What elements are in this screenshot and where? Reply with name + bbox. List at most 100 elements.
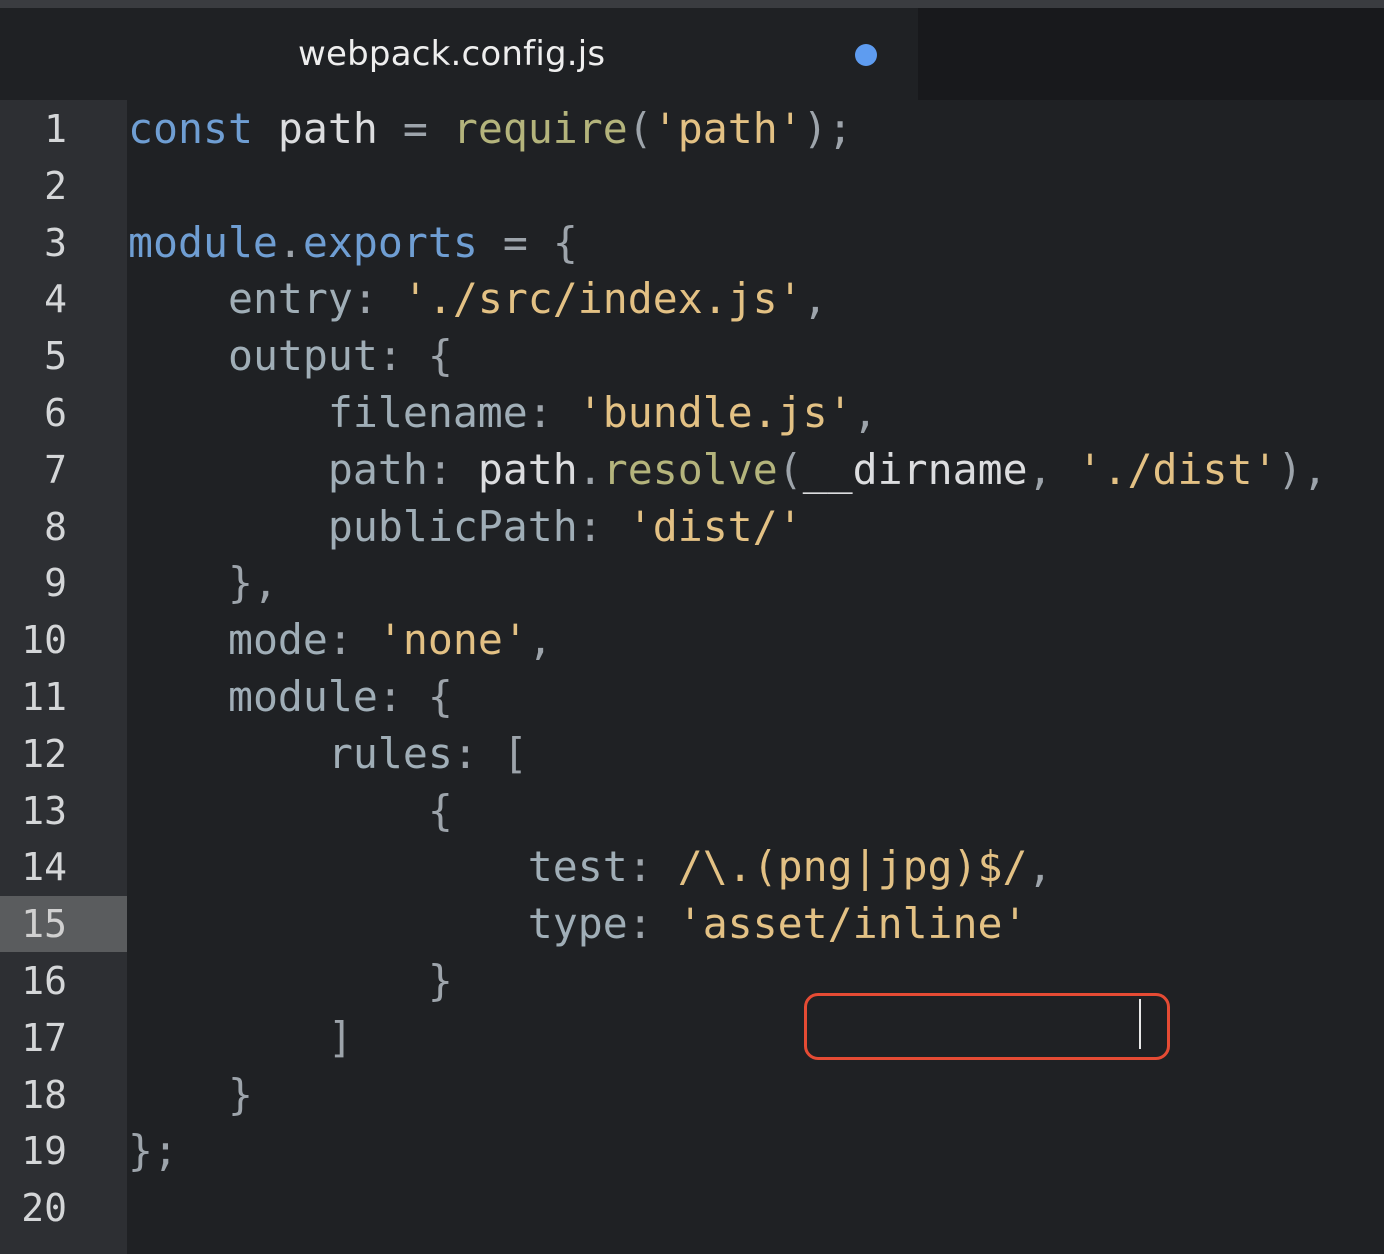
code-token: resolve (602, 444, 778, 494)
line-number-8[interactable]: 8 (0, 499, 127, 555)
code-line-10[interactable]: mode: 'none', (128, 612, 1384, 668)
line-number-6[interactable]: 6 (0, 385, 127, 441)
code-token: , (1027, 444, 1078, 494)
line-number-label: 9 (44, 561, 67, 606)
code-token: : (427, 444, 478, 494)
line-number-label: 19 (21, 1129, 67, 1174)
code-token: . (277, 217, 303, 267)
line-number-11[interactable]: 11 (0, 669, 127, 725)
line-number-13[interactable]: 13 (0, 783, 127, 839)
line-number-label: 1 (44, 107, 67, 151)
line-number-1[interactable]: 1 (0, 101, 127, 157)
tab-bar: webpack.config.js (0, 8, 1384, 100)
line-number-gutter[interactable]: 1 2 3 4 5 6 7 8 9 10 11 12 13 14 15 16 17 18 19 20 (0, 100, 127, 1254)
code-token: entry (227, 274, 353, 324)
code-token: , (852, 388, 878, 437)
code-token: : { (377, 331, 453, 381)
unsaved-changes-dot-icon[interactable] (855, 44, 877, 66)
code-token: './dist' (1077, 444, 1278, 494)
line-number-label: 11 (21, 675, 67, 719)
code-line-15[interactable]: type: 'asset/inline' (128, 896, 1384, 952)
code-token: : (327, 615, 378, 665)
line-number-4[interactable]: 4 (0, 271, 127, 327)
code-line-19[interactable]: }; (128, 1123, 1384, 1179)
code-token: = (402, 104, 428, 153)
text-cursor (1139, 999, 1141, 1049)
line-number-20[interactable]: 20 (0, 1180, 127, 1236)
code-line-14[interactable]: test: /\.(png|jpg)$/, (128, 839, 1384, 895)
code-token: './src/index.js' (402, 274, 803, 324)
line-number-18[interactable]: 18 (0, 1067, 127, 1123)
code-token: 'dist/' (627, 501, 803, 551)
code-token: : (627, 899, 678, 949)
code-token: } (227, 1069, 253, 1119)
line-number-label: 4 (44, 277, 67, 322)
code-line-2[interactable] (128, 158, 1384, 214)
code-token: : [ (452, 728, 528, 778)
line-number-12[interactable]: 12 (0, 726, 127, 782)
window-top-edge (0, 0, 1384, 8)
code-line-3[interactable]: module.exports = { (128, 215, 1384, 271)
line-number-label: 15 (21, 902, 67, 947)
code-token: output (227, 331, 378, 381)
line-number-2[interactable]: 2 (0, 158, 127, 214)
line-number-label: 17 (21, 1015, 67, 1060)
code-line-8[interactable]: publicPath: 'dist/' (128, 499, 1384, 555)
code-token: const (128, 104, 253, 153)
code-line-17[interactable]: ] (128, 1010, 1384, 1066)
code-token: path (252, 104, 403, 153)
code-line-4[interactable]: entry: './src/index.js', (128, 271, 1384, 327)
code-line-9[interactable]: }, (128, 555, 1384, 611)
code-token: module (128, 217, 278, 267)
code-line-16[interactable]: } (128, 953, 1384, 1009)
code-line-1[interactable]: const path = require('path'); (128, 101, 1384, 157)
code-token: path (327, 444, 428, 494)
code-token: test (527, 842, 628, 892)
tab-webpack-config[interactable]: webpack.config.js (0, 8, 918, 100)
code-token: 'bundle.js' (577, 388, 853, 437)
highlight-annotation-box (804, 993, 1170, 1060)
line-number-17[interactable]: 17 (0, 1010, 127, 1066)
code-token: 'path' (652, 104, 803, 153)
code-line-11[interactable]: module: { (128, 669, 1384, 725)
code-token: rules (327, 728, 453, 778)
code-token: : (627, 842, 678, 892)
line-number-14[interactable]: 14 (0, 839, 127, 895)
code-line-20[interactable] (128, 1180, 1384, 1236)
code-line-5[interactable]: output: { (128, 328, 1384, 384)
code-line-6[interactable]: filename: 'bundle.js', (128, 385, 1384, 441)
code-editor: webpack.config.js 1 2 3 4 5 6 7 8 9 10 11 12 13 14 15 1… (0, 0, 1384, 1254)
line-number-label: 5 (44, 334, 67, 379)
line-number-9[interactable]: 9 (0, 555, 127, 611)
code-token: : (577, 501, 628, 551)
code-token: : (527, 388, 578, 437)
line-number-15[interactable]: 15 (0, 896, 127, 953)
line-number-3[interactable]: 3 (0, 215, 127, 271)
line-number-10[interactable]: 10 (0, 612, 127, 668)
code-line-12[interactable]: rules: [ (128, 726, 1384, 782)
code-area[interactable]: }; } ] } type: 'asset/inline' test: /\.(… (128, 100, 1384, 1254)
code-token: ( (777, 444, 803, 494)
code-token: , (527, 615, 553, 665)
line-number-label: 8 (44, 504, 67, 549)
line-number-5[interactable]: 5 (0, 328, 127, 384)
line-number-19[interactable]: 19 (0, 1123, 127, 1179)
code-line-13[interactable]: { (128, 783, 1384, 839)
code-token: ] (327, 1012, 353, 1062)
line-number-label: 16 (21, 959, 67, 1003)
line-number-16[interactable]: 16 (0, 953, 127, 1009)
code-line-18[interactable]: } (128, 1067, 1384, 1123)
line-number-label: 6 (44, 391, 67, 435)
code-token: }; (128, 1126, 178, 1176)
code-token: : (352, 274, 403, 324)
code-line-7[interactable]: path: path.resolve(__dirname, './dist'), (128, 442, 1384, 498)
line-number-7[interactable]: 7 (0, 442, 127, 498)
